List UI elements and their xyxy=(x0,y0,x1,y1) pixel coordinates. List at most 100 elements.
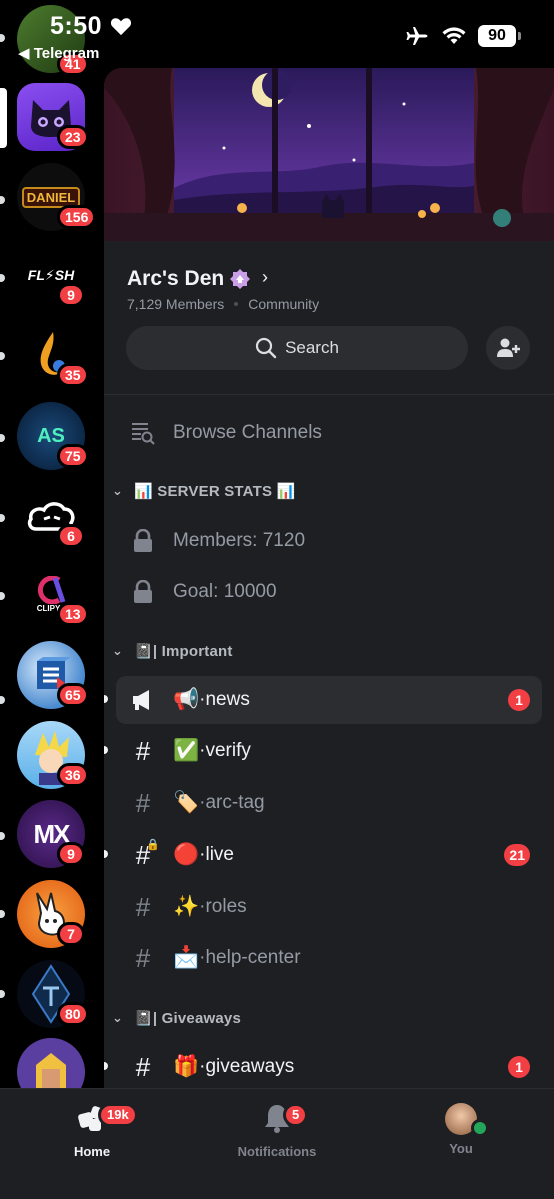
server-panel: Arc's Den › 7,129 Members Community Searc… xyxy=(104,68,554,1088)
airplane-mode-icon xyxy=(406,27,428,45)
server-badge: 36 xyxy=(57,763,89,787)
server-meta: 7,129 Members Community xyxy=(127,296,319,312)
channel-members-stat[interactable]: Members: 7120 xyxy=(116,517,542,565)
channel-label: ·verify xyxy=(199,740,251,761)
invite-members-button[interactable] xyxy=(486,326,530,370)
server-icon[interactable]: 36 xyxy=(17,721,89,789)
server-badge: 9 xyxy=(57,283,85,307)
server-badge: 7 xyxy=(57,922,85,946)
server-badge: 13 xyxy=(57,602,89,626)
chevron-down-icon: ⌄ xyxy=(112,483,124,498)
browse-channels-label: Browse Channels xyxy=(173,422,322,443)
channel-emoji: 🏷️ xyxy=(173,791,200,814)
server-icon[interactable]: DANIEL 156 xyxy=(17,163,97,231)
tab-notifications[interactable]: 5 Notifications xyxy=(217,1103,337,1159)
channel-verify[interactable]: # ✅ ·verify xyxy=(104,727,542,775)
unread-indicator xyxy=(104,746,108,754)
unread-indicator xyxy=(104,1062,108,1070)
channel-emoji: 🎁 xyxy=(173,1055,200,1078)
server-badge: 35 xyxy=(57,363,89,387)
channel-roles[interactable]: # ✨ ·roles xyxy=(116,883,542,931)
channel-label: ·news xyxy=(199,689,250,710)
avatar xyxy=(445,1103,489,1137)
channel-label: ·help-center xyxy=(199,947,301,968)
tab-you[interactable]: You xyxy=(401,1103,521,1156)
server-badge: 23 xyxy=(57,125,89,149)
tab-label: Notifications xyxy=(237,1144,317,1159)
chevron-down-icon: ⌄ xyxy=(112,1010,124,1025)
battery-indicator: 90 xyxy=(478,25,521,47)
search-icon xyxy=(255,337,277,359)
home-badge: 19k xyxy=(98,1103,138,1127)
chevron-right-icon[interactable]: › xyxy=(262,267,268,288)
lock-icon xyxy=(126,529,160,553)
server-badge: 156 xyxy=(57,205,97,229)
chevron-down-icon: ⌄ xyxy=(112,643,124,658)
server-icon[interactable]: 65 xyxy=(17,641,89,709)
server-banner xyxy=(104,68,554,241)
server-icon[interactable]: 23 xyxy=(17,83,89,151)
server-icon[interactable]: AS 75 xyxy=(17,402,89,470)
server-badge: 6 xyxy=(57,524,85,548)
category-label: 📓| Giveaways xyxy=(134,1010,241,1027)
server-logo-text: AS xyxy=(37,424,65,447)
server-avatar xyxy=(17,1038,85,1088)
member-count: 7,129 Members xyxy=(127,296,225,312)
server-icon[interactable]: 35 xyxy=(17,321,89,389)
selected-server-indicator xyxy=(0,88,7,148)
unread-pip xyxy=(0,990,5,998)
megaphone-icon xyxy=(126,689,160,711)
channel-emoji: 🔴 xyxy=(173,843,200,866)
server-icon[interactable] xyxy=(17,1038,85,1088)
unread-pip xyxy=(0,514,5,522)
server-rail: 41 23 DANIEL 156 FL⚡SH 9 35 AS 75 6 CLIP… xyxy=(0,0,104,1088)
channel-emoji: 📢 xyxy=(173,688,200,711)
category-important[interactable]: ⌄ 📓| Important xyxy=(112,637,233,665)
add-user-icon xyxy=(497,338,520,357)
server-name[interactable]: Arc's Den xyxy=(127,267,224,291)
browse-channels-button[interactable]: Browse Channels xyxy=(116,409,542,457)
channel-live[interactable]: # 🔒 🔴 ·live 21 xyxy=(104,831,542,879)
server-icon[interactable]: CLIPYL 13 xyxy=(17,560,89,628)
back-to-telegram-link[interactable]: ◀ Telegram xyxy=(18,44,99,62)
channel-label: Members: 7120 xyxy=(173,530,306,551)
channel-arc-tag[interactable]: # 🏷️ ·arc-tag xyxy=(116,779,542,827)
channel-label: ·live xyxy=(199,844,234,865)
mention-badge: 1 xyxy=(508,689,530,711)
category-server-stats[interactable]: ⌄ 📊 SERVER STATS 📊 xyxy=(112,477,295,505)
browse-list-icon xyxy=(126,421,160,445)
channel-giveaways[interactable]: # 🎁 ·giveaways 1 xyxy=(104,1043,542,1088)
category-giveaways[interactable]: ⌄ 📓| Giveaways xyxy=(112,1004,241,1032)
unread-pip xyxy=(0,910,5,918)
unread-pip xyxy=(0,34,5,42)
notifications-badge: 5 xyxy=(283,1103,309,1127)
unread-pip xyxy=(0,434,5,442)
unread-indicator xyxy=(104,695,108,703)
tab-home[interactable]: 19k Home xyxy=(32,1103,152,1159)
channel-emoji: ✅ xyxy=(173,739,200,762)
server-logo-text: FL⚡SH xyxy=(27,266,75,283)
server-type: Community xyxy=(248,296,320,312)
server-icon[interactable]: FL⚡SH 9 xyxy=(17,241,85,309)
tab-label: Home xyxy=(73,1144,111,1159)
hashtag-icon: # xyxy=(135,1051,151,1082)
server-icon[interactable]: MX 9 xyxy=(17,800,85,868)
pharaoh-avatar-icon xyxy=(36,1053,66,1088)
unread-pip xyxy=(0,196,5,204)
hashtag-icon: # xyxy=(135,735,151,766)
server-icon[interactable]: 7 xyxy=(17,880,85,948)
channel-news[interactable]: 📢 ·news 1 xyxy=(104,676,542,724)
server-icon[interactable]: 6 xyxy=(17,482,85,550)
channel-help-center[interactable]: # 📩 ·help-center xyxy=(116,934,542,982)
channel-label: Goal: 10000 xyxy=(173,581,277,602)
clock: 5:50 xyxy=(50,12,103,40)
unread-pip xyxy=(0,274,5,282)
bottom-nav: 19k Home 5 Notifications You xyxy=(0,1088,554,1199)
online-status-indicator xyxy=(471,1119,489,1137)
search-button[interactable]: Search xyxy=(126,326,468,370)
category-label: 📊 SERVER STATS 📊 xyxy=(134,483,296,500)
unread-pip xyxy=(0,696,5,704)
server-icon[interactable]: 80 xyxy=(17,960,89,1028)
channel-goal-stat[interactable]: Goal: 10000 xyxy=(116,568,542,616)
channel-emoji: ✨ xyxy=(173,895,200,918)
